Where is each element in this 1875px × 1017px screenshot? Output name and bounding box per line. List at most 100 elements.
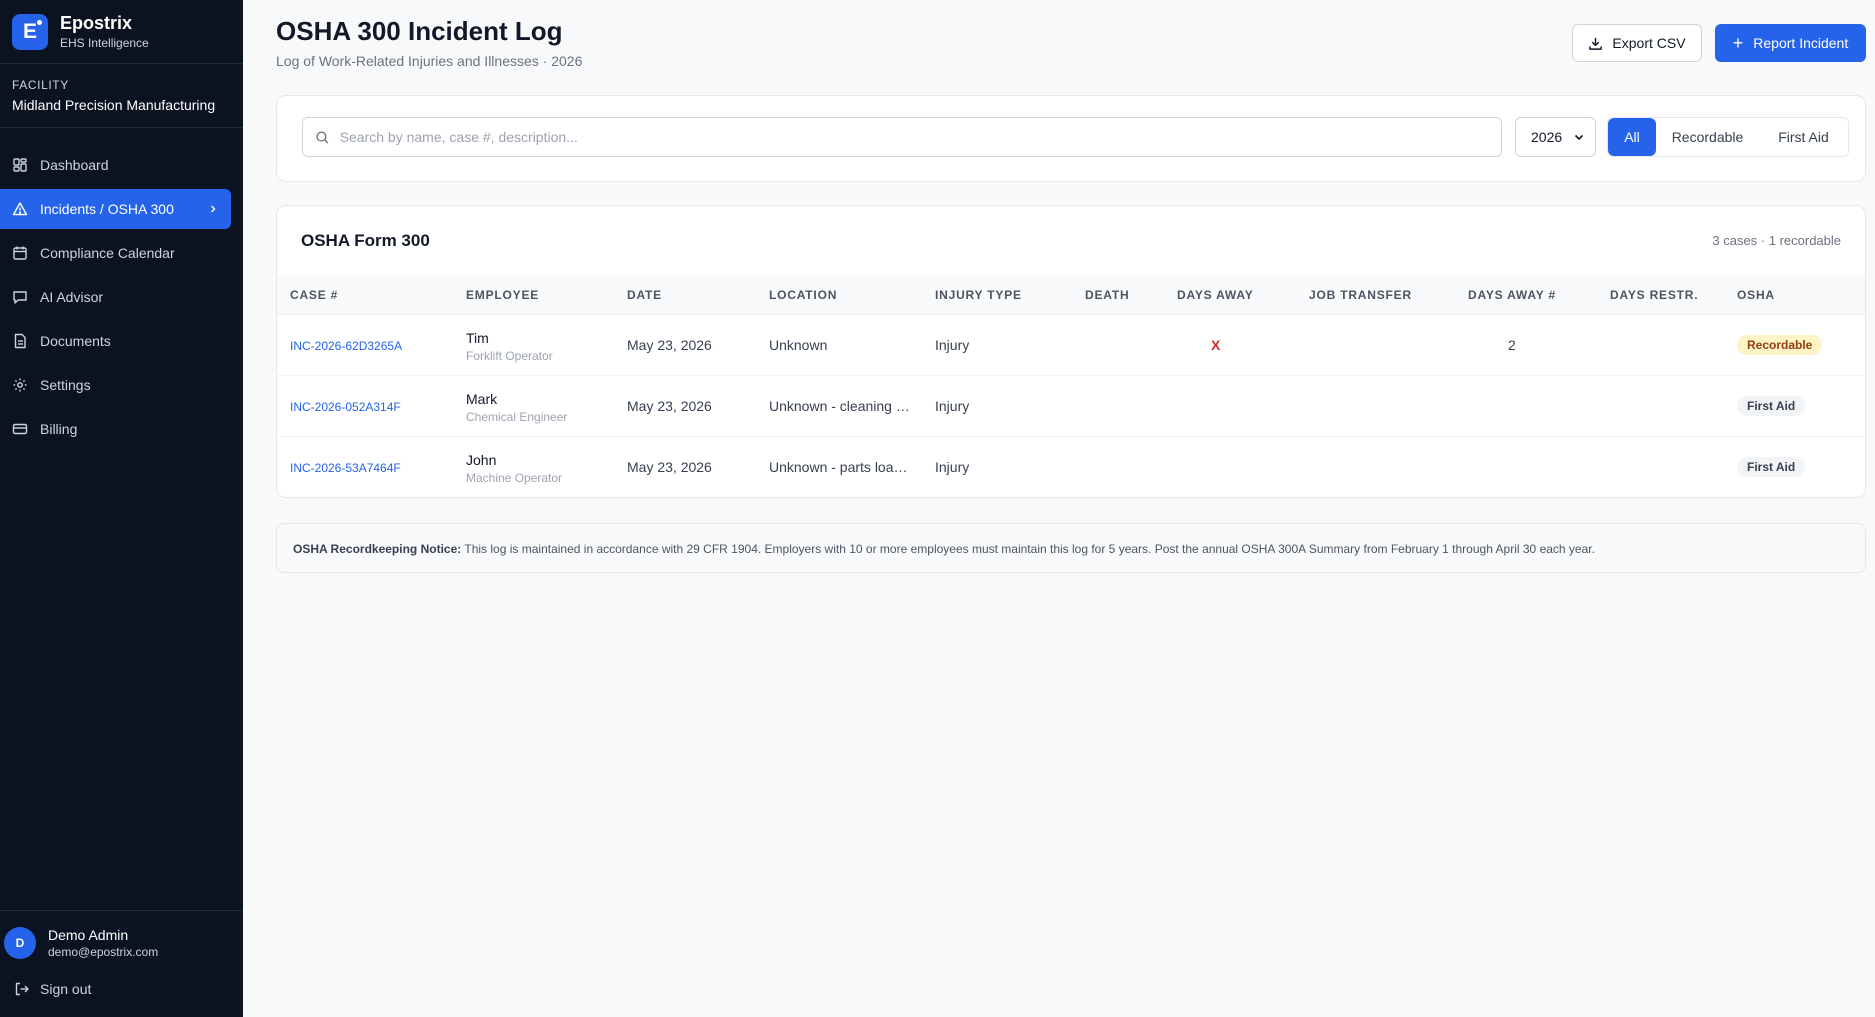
brand-name: Epostrix (60, 13, 133, 33)
search-icon (316, 130, 329, 143)
table-row[interactable]: INC-2026-62D3265A Tim Forklift Operator … (277, 315, 1865, 376)
facility-name: Midland Precision Manufacturing (12, 97, 216, 113)
tab-first-aid[interactable]: First Aid (1759, 118, 1848, 156)
warning-icon (12, 202, 28, 216)
plus-icon: + (1732, 33, 1744, 53)
logo-dot-icon (37, 19, 42, 25)
brand-logo: E (12, 13, 48, 50)
days-away-count: 2 (1508, 337, 1516, 353)
facility-selector[interactable]: FACILITY Midland Precision Manufacturing (0, 64, 243, 128)
case-number-link[interactable]: INC-2026-53A7464F (290, 461, 401, 475)
sign-out-button[interactable]: Sign out (4, 981, 239, 997)
osha-300-table-card: OSHA Form 300 3 cases · 1 recordable CAS… (276, 205, 1866, 498)
export-csv-label: Export CSV (1612, 35, 1686, 51)
column-header-employee[interactable]: EMPLOYEE (466, 288, 539, 302)
osha-status: First Aid (1737, 396, 1806, 416)
injury-type: Injury (935, 337, 970, 353)
incident-date: May 23, 2026 (627, 459, 712, 475)
column-header-death[interactable]: DEATH (1085, 288, 1129, 302)
sign-out-label: Sign out (40, 981, 92, 997)
status-badge: Recordable (1737, 335, 1823, 355)
download-icon (1589, 37, 1603, 50)
report-incident-label: Report Incident (1753, 35, 1849, 51)
notice-text: This log is maintained in accordance wit… (464, 542, 1595, 556)
employee-name: John (466, 452, 497, 468)
table-row[interactable]: INC-2026-53A7464F John Machine Operator … (277, 437, 1865, 497)
incident-location: Unknown (769, 337, 828, 353)
column-header-location[interactable]: LOCATION (769, 288, 837, 302)
brand-subtitle: EHS Intelligence (60, 36, 149, 50)
sidebar-item-billing[interactable]: Billing (0, 409, 231, 449)
table-title: OSHA Form 300 (301, 231, 430, 250)
user-panel: D Demo Admin demo@epostrix.com Sign out (0, 910, 243, 1017)
sidebar-item-documents[interactable]: Documents (0, 321, 231, 361)
year-select-value: 2026 (1531, 129, 1563, 145)
calendar-icon (13, 246, 27, 260)
sidebar-item-label: Incidents / OSHA 300 (40, 201, 174, 217)
sidebar-item-ai-advisor[interactable]: AI Advisor (0, 277, 231, 317)
days-away-mark: X (1211, 337, 1221, 353)
user-profile[interactable]: D Demo Admin demo@epostrix.com (4, 927, 239, 959)
column-header-job-transfer[interactable]: JOB TRANSFER (1309, 288, 1412, 302)
employee-name: Mark (466, 391, 498, 407)
status-badge: First Aid (1737, 457, 1806, 477)
incident-location: Unknown - parts loa… (769, 459, 908, 475)
employee-role: Machine Operator (466, 471, 563, 485)
table-row[interactable]: INC-2026-052A314F Mark Chemical Engineer… (277, 376, 1865, 437)
sidebar-item-settings[interactable]: Settings (0, 365, 231, 405)
employee-role: Chemical Engineer (466, 410, 568, 424)
column-header-injury-type[interactable]: INJURY TYPE (935, 288, 1022, 302)
export-csv-button[interactable]: Export CSV (1572, 24, 1702, 62)
grid-icon (13, 158, 27, 172)
chevron-down-icon (1574, 134, 1584, 141)
page-title: OSHA 300 Incident Log (276, 16, 563, 46)
tab-all[interactable]: All (1608, 118, 1656, 156)
notice-label: OSHA Recordkeeping Notice: (293, 542, 462, 556)
page-subtitle: Log of Work-Related Injuries and Illness… (276, 53, 583, 69)
table-header: CASE # EMPLOYEE DATE LOCATION INJURY TYP… (277, 275, 1865, 315)
column-header-days-away-count[interactable]: DAYS AWAY # (1468, 288, 1556, 302)
status-badge: First Aid (1737, 396, 1806, 416)
incident-date: May 23, 2026 (627, 337, 712, 353)
sidebar-item-label: Documents (40, 333, 111, 349)
sidebar-item-dashboard[interactable]: Dashboard (0, 145, 231, 185)
employee-cell: John Machine Operator (466, 452, 562, 485)
case-filter-tabs: All Recordable First Aid (1607, 117, 1849, 157)
sidebar: E Epostrix EHS Intelligence FACILITY Mid… (0, 0, 243, 1017)
case-count: 3 cases · 1 recordable (1712, 233, 1841, 248)
column-header-days-restricted[interactable]: DAYS RESTR. (1610, 288, 1698, 302)
user-name: Demo Admin (48, 927, 129, 943)
brand[interactable]: E Epostrix EHS Intelligence (0, 0, 243, 64)
case-number-link[interactable]: INC-2026-052A314F (290, 400, 401, 414)
tab-recordable[interactable]: Recordable (1656, 118, 1759, 156)
search-field[interactable] (302, 117, 1502, 157)
employee-role: Forklift Operator (466, 349, 553, 363)
search-input[interactable] (339, 129, 1501, 145)
year-select[interactable]: 2026 (1515, 117, 1596, 157)
facility-label: FACILITY (12, 78, 69, 92)
employee-cell: Mark Chemical Engineer (466, 391, 567, 424)
injury-type: Injury (935, 459, 970, 475)
column-header-case[interactable]: CASE # (290, 288, 338, 302)
osha-status: Recordable (1737, 335, 1823, 355)
column-header-osha[interactable]: OSHA (1737, 288, 1775, 302)
sidebar-item-label: Dashboard (40, 157, 109, 173)
main-content: OSHA 300 Incident Log Log of Work-Relate… (243, 0, 1875, 1017)
avatar: D (4, 927, 36, 959)
osha-status: First Aid (1737, 457, 1806, 477)
chat-icon (13, 291, 27, 304)
report-incident-button[interactable]: + Report Incident (1715, 24, 1866, 62)
column-header-date[interactable]: DATE (627, 288, 662, 302)
column-header-days-away[interactable]: DAYS AWAY (1177, 288, 1254, 302)
sidebar-item-label: Billing (40, 421, 78, 437)
chevron-right-icon (211, 205, 216, 213)
sidebar-item-compliance-calendar[interactable]: Compliance Calendar (0, 233, 231, 273)
case-number-link[interactable]: INC-2026-62D3265A (290, 339, 402, 353)
injury-type: Injury (935, 398, 970, 414)
sign-out-icon (15, 982, 29, 996)
sidebar-item-incidents[interactable]: Incidents / OSHA 300 (0, 189, 231, 229)
user-email: demo@epostrix.com (48, 945, 159, 959)
sidebar-item-label: Settings (40, 377, 91, 393)
employee-name: Tim (466, 330, 489, 346)
employee-cell: Tim Forklift Operator (466, 330, 553, 363)
